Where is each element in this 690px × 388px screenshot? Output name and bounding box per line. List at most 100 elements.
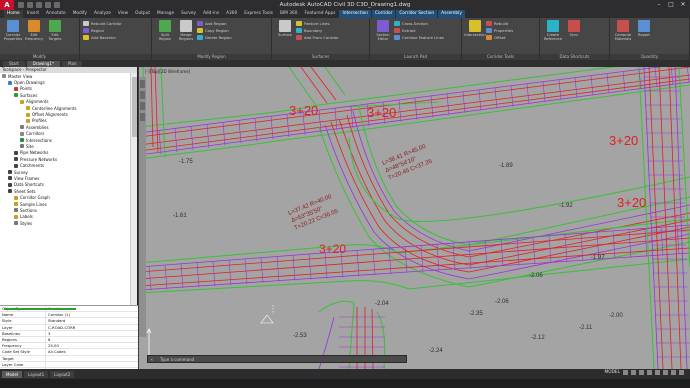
ribbon-small-button[interactable]: Properties (486, 27, 513, 34)
showmotion-icon[interactable] (140, 113, 145, 121)
ribbon-large-button[interactable]: Edit Frequency (24, 20, 44, 41)
ribbon-small-button[interactable]: Copy Region (197, 27, 232, 34)
elevation-label: -2.00 (609, 313, 623, 319)
polar-icon[interactable] (647, 370, 652, 375)
ribbon-tab[interactable]: BIM 360 (277, 10, 301, 18)
snap-icon[interactable] (631, 370, 636, 375)
ribbon-large-button[interactable]: Intersection (464, 20, 486, 37)
ribbon-tab[interactable]: Home (4, 10, 23, 18)
ribbon-large-button[interactable]: Merge Regions (176, 20, 196, 41)
ribbon-large-button[interactable]: Sync (564, 20, 584, 37)
ribbon-tab[interactable]: Featured Apps (301, 10, 338, 18)
pan-icon[interactable] (140, 80, 145, 88)
customize-icon[interactable] (679, 370, 684, 375)
ribbon-tab[interactable]: A360 (223, 10, 240, 18)
ribbon-tab[interactable]: Insert (24, 10, 42, 18)
ribbon-large-button[interactable]: Compute Materials (613, 20, 633, 41)
ribbon-small-button[interactable]: Rebuild Corridor (83, 20, 122, 27)
property-value[interactable]: Corridor (1) (46, 312, 138, 317)
ribbon-small-button[interactable]: Feature Lines (296, 20, 339, 27)
node-icon (8, 80, 12, 85)
ribbon-small-button[interactable]: Rebuild (486, 20, 513, 27)
ribbon-tab[interactable]: Survey (178, 10, 199, 18)
tool-icon (197, 21, 203, 26)
button-label: Region (91, 28, 104, 33)
node-icon (8, 182, 12, 187)
property-value[interactable]: Standard (46, 318, 138, 323)
ribbon-small-button[interactable]: Extract (394, 27, 444, 34)
tool-icon (28, 20, 40, 32)
node-icon (14, 163, 18, 168)
ribbon-tab[interactable]: Manage (154, 10, 177, 18)
button-label: Merge Regions (178, 33, 194, 41)
ribbon-tab[interactable]: Analyze (91, 10, 114, 18)
layout-tab[interactable]: Layout2 (50, 370, 75, 378)
ribbon-large-button[interactable]: Corridor Properties (3, 20, 23, 41)
tree-scrollbar[interactable] (130, 73, 137, 305)
ribbon-large-button[interactable]: Create Reference (543, 20, 563, 41)
layout-tab[interactable]: Layout1 (24, 370, 49, 378)
zoom-icon[interactable] (140, 91, 145, 99)
orbit-icon[interactable] (140, 102, 145, 110)
tree-node[interactable]: Styles (0, 220, 131, 226)
ortho-icon[interactable] (639, 370, 644, 375)
command-input[interactable]: Type a command (160, 357, 194, 362)
ribbon-small-button[interactable]: Add Region (197, 20, 232, 27)
drawing-canvas[interactable]: 3+20 3+20 3+20 3+20 3+20 L=38.41 R=45.00… (139, 67, 690, 369)
ribbon-small-button[interactable]: Offset (486, 34, 513, 41)
plan-view-drawing[interactable]: 3+20 3+20 3+20 3+20 3+20 L=38.41 R=45.00… (139, 67, 690, 369)
elevation-label: -1.89 (499, 163, 513, 169)
ribbon-tab[interactable]: Express Tools (241, 10, 276, 18)
ribbon-tab[interactable]: Corridor Section (396, 10, 438, 18)
ribbon-tab[interactable]: Assembly (438, 10, 465, 18)
property-value[interactable]: C-ROAD-CORR (46, 325, 138, 330)
ribbon-tab[interactable]: Intersection (339, 10, 372, 18)
ribbon-small-button[interactable]: Region (83, 27, 122, 34)
ribbon-small-button[interactable]: Add From Corridor (296, 34, 339, 41)
document-tab[interactable]: Start (3, 60, 25, 67)
osnap-icon[interactable] (655, 370, 660, 375)
ribbon-tab[interactable]: Corridor (372, 10, 396, 18)
ribbon-small-button[interactable]: Add Baseline (83, 34, 122, 41)
ribbon-tab[interactable]: Output (132, 10, 153, 18)
layout-tab[interactable]: Model (2, 370, 23, 378)
ribbon-tab[interactable]: Add-ins (200, 10, 222, 18)
ribbon-small-button[interactable]: Boundary (296, 27, 339, 34)
workspace-icon[interactable] (671, 370, 676, 375)
scrollbar-thumb[interactable] (132, 77, 137, 137)
ribbon-small-button[interactable]: Delete Region (197, 34, 232, 41)
document-tab[interactable]: Drawing1* (26, 60, 60, 67)
ribbon-small-button[interactable]: Cross-Section (394, 20, 444, 27)
annotation-scale-icon[interactable] (663, 370, 668, 375)
ribbon-large-button[interactable]: Section Editor (373, 20, 393, 41)
ribbon-tab[interactable]: View (115, 10, 131, 18)
property-value[interactable]: 3 (46, 331, 138, 336)
property-value[interactable] (46, 356, 138, 361)
ribbon-large-button[interactable]: Split Region (155, 20, 175, 41)
property-value[interactable]: All Codes (46, 349, 138, 354)
model-space-toggle[interactable]: MODEL (604, 370, 620, 375)
minimize-icon[interactable]: – (654, 1, 664, 9)
property-value[interactable]: 25.00 (46, 343, 138, 348)
ribbon-large-button[interactable]: Surface (275, 20, 295, 37)
ribbon-small-button[interactable]: Corridor Feature Lines (394, 34, 444, 41)
close-icon[interactable]: ✕ (150, 356, 153, 363)
property-key: Regions (0, 336, 46, 343)
ribbon-large-button[interactable]: Report (634, 20, 654, 37)
viewport-controls[interactable]: [-][Top][2D Wireframe] (145, 69, 190, 74)
document-tab[interactable]: Plan (61, 60, 83, 67)
ribbon-tab[interactable]: Modify (70, 10, 90, 18)
close-icon[interactable]: ✕ (678, 1, 688, 9)
ribbon-large-button[interactable]: Edit Targets (45, 20, 65, 41)
grid-icon[interactable] (623, 370, 628, 375)
button-label: Copy Region (205, 28, 229, 33)
application-window: A Autodesk AutoCAD Civil 3D C3D_Drawing1… (0, 0, 690, 388)
property-value[interactable]: 6 (46, 337, 138, 342)
command-line[interactable]: ✕ Type a command (147, 355, 407, 363)
property-value[interactable] (46, 362, 138, 367)
ribbon-tab[interactable]: Annotate (43, 10, 69, 18)
button-label: Rebuild Corridor (91, 21, 122, 26)
node-icon (14, 93, 18, 98)
node-icon (14, 208, 18, 213)
maximize-icon[interactable]: □ (666, 1, 676, 9)
